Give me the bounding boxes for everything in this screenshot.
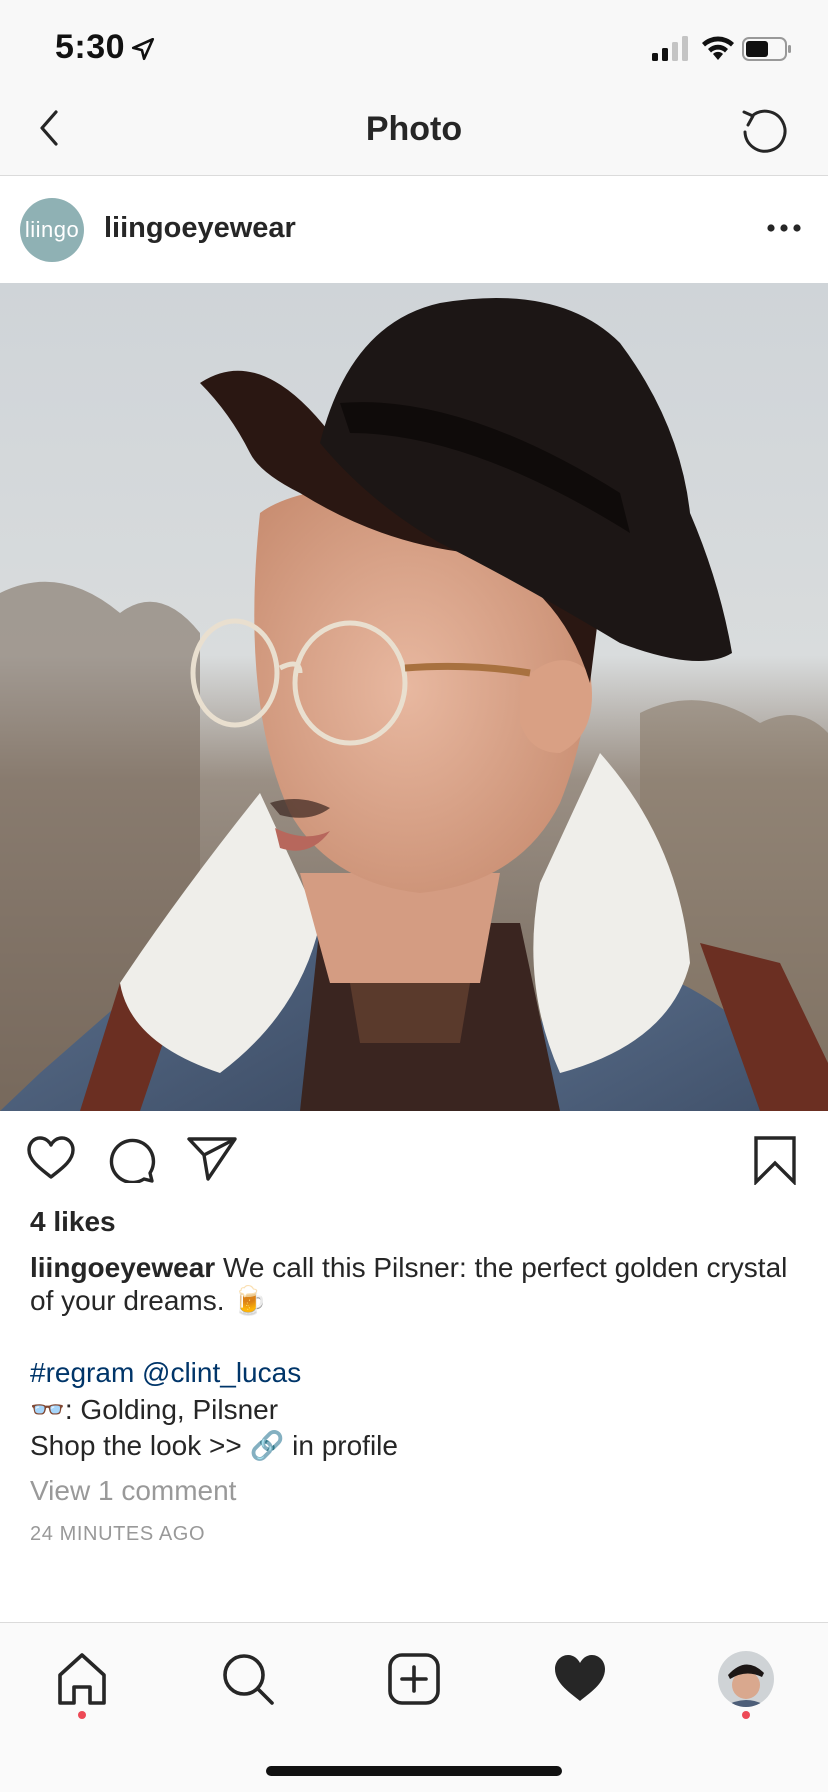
view-comments-link[interactable]: View 1 comment: [30, 1475, 236, 1507]
post-actions: [0, 1111, 828, 1207]
home-icon[interactable]: [54, 1651, 110, 1707]
share-paper-plane-icon[interactable]: [186, 1135, 238, 1181]
search-icon[interactable]: [220, 1651, 276, 1707]
refresh-icon[interactable]: [738, 104, 790, 156]
page-title: Photo: [365, 110, 463, 148]
new-post-icon[interactable]: [386, 1651, 442, 1707]
home-indicator[interactable]: [266, 1766, 562, 1776]
caption-gear-line: 👓: Golding, Pilsner: [30, 1394, 279, 1425]
signal-icon: [652, 36, 688, 61]
caption-username[interactable]: liingoeyewear: [30, 1252, 215, 1283]
likes-count[interactable]: 4 likes: [30, 1206, 116, 1238]
heart-outline-icon[interactable]: [26, 1135, 76, 1181]
bookmark-icon[interactable]: [752, 1135, 798, 1185]
post-username[interactable]: liingoeyewear: [104, 212, 296, 245]
profile-notification-dot: [742, 1711, 750, 1719]
activity-heart-icon[interactable]: [552, 1651, 608, 1707]
post-photo[interactable]: [0, 283, 828, 1111]
status-time: 5:30: [55, 28, 126, 66]
location-arrow-icon: [131, 37, 155, 61]
battery-icon: [742, 37, 791, 61]
post-timestamp: 24 MINUTES AGO: [30, 1523, 206, 1545]
more-options-icon[interactable]: [766, 221, 802, 235]
caption: liingoeyewear We call this Pilsner: the …: [30, 1251, 800, 1317]
avatar[interactable]: liingo: [20, 198, 84, 262]
home-notification-dot: [78, 1711, 86, 1719]
post-header: liingo liingoeyewear: [0, 177, 828, 283]
hashtag-mention-line[interactable]: #regram @clint_lucas: [30, 1357, 301, 1389]
avatar-logo-text: liingo: [24, 217, 80, 242]
comment-icon[interactable]: [106, 1135, 156, 1183]
nav-bar: Photo: [0, 96, 828, 176]
caption-shop-line: Shop the look >> 🔗 in profile: [30, 1430, 398, 1461]
profile-avatar[interactable]: [718, 1651, 774, 1707]
status-bar: 5:30: [0, 0, 828, 96]
wifi-icon: [702, 36, 734, 60]
